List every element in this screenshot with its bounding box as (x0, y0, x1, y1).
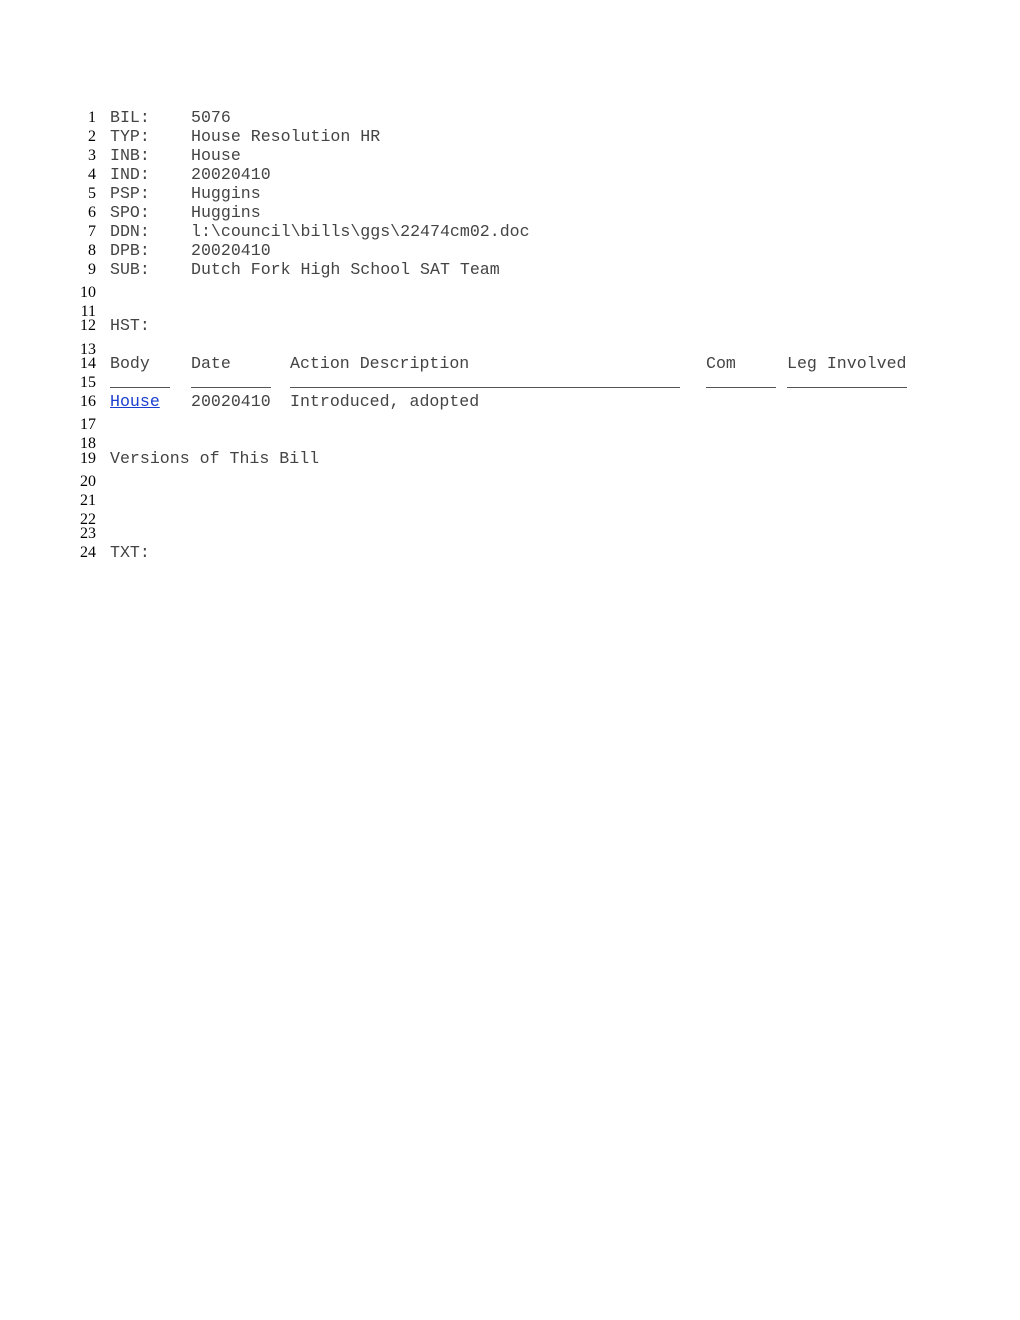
field-label: BIL: (110, 108, 150, 127)
line-number: 9 (88, 261, 96, 278)
field-label: SUB: (110, 260, 150, 279)
line-number: 5 (88, 185, 96, 202)
line-number: 21 (80, 492, 96, 509)
line-number: 8 (88, 242, 96, 259)
field-row-spo: 6 SPO: Huggins (0, 203, 1020, 222)
field-value: 20020410 (191, 241, 271, 260)
column-header-date: Date (191, 354, 231, 373)
history-date: 20020410 (191, 392, 271, 411)
column-header-com: Com (706, 354, 736, 373)
field-value: Huggins (191, 184, 261, 203)
field-label: IND: (110, 165, 150, 184)
field-row-sub: 9 SUB: Dutch Fork High School SAT Team (0, 260, 1020, 279)
empty-line: 23 (0, 524, 1020, 543)
field-row-ind: 4 IND: 20020410 (0, 165, 1020, 184)
field-row-typ: 2 TYP: House Resolution HR (0, 127, 1020, 146)
history-label: HST: (110, 316, 150, 335)
field-value: House Resolution HR (191, 127, 381, 146)
empty-line: 20 (0, 472, 1020, 491)
line-number: 2 (88, 128, 96, 145)
field-value: House (191, 146, 241, 165)
field-value: Huggins (191, 203, 261, 222)
column-rule-date (191, 387, 271, 388)
text-label: TXT: (110, 543, 150, 562)
text-label-row: 24 TXT: (0, 543, 1020, 562)
line-number: 20 (80, 473, 96, 490)
column-rule-action (290, 387, 680, 388)
field-value: Dutch Fork High School SAT Team (191, 260, 500, 279)
history-header-row: 14 Body Date Action Description Com Leg … (0, 354, 1020, 373)
line-number: 6 (88, 204, 96, 221)
field-value: 5076 (191, 108, 231, 127)
field-label: PSP: (110, 184, 150, 203)
versions-row: 19 Versions of This Bill (0, 449, 1020, 468)
field-label: DPB: (110, 241, 150, 260)
field-row-inb: 3 INB: House (0, 146, 1020, 165)
history-label-row: 12 HST: (0, 316, 1020, 335)
line-number: 1 (88, 109, 96, 126)
line-number: 16 (80, 393, 96, 410)
column-header-body: Body (110, 354, 150, 373)
versions-heading: Versions of This Bill (110, 449, 320, 468)
field-label: DDN: (110, 222, 150, 241)
line-number: 12 (80, 317, 96, 334)
field-row-dpb: 8 DPB: 20020410 (0, 241, 1020, 260)
column-header-action: Action Description (290, 354, 470, 373)
field-row-bil: 1 BIL: 5076 (0, 108, 1020, 127)
column-rule-body (110, 387, 170, 388)
column-header-leg: Leg Involved (787, 354, 907, 373)
column-rule-leg (787, 387, 907, 388)
history-action: Introduced, adopted (290, 392, 480, 411)
line-number: 4 (88, 166, 96, 183)
line-number: 23 (80, 525, 96, 542)
empty-line: 21 (0, 491, 1020, 510)
history-rule-row: 15 (0, 373, 1020, 392)
empty-line: 10 (0, 283, 1020, 302)
field-label: TYP: (110, 127, 150, 146)
line-number: 3 (88, 147, 96, 164)
field-row-ddn: 7 DDN: l:\council\bills\ggs\22474cm02.do… (0, 222, 1020, 241)
line-number: 7 (88, 223, 96, 240)
field-label: INB: (110, 146, 150, 165)
line-number: 17 (80, 416, 96, 433)
field-row-psp: 5 PSP: Huggins (0, 184, 1020, 203)
line-number: 15 (80, 374, 96, 391)
column-rule-com (706, 387, 776, 388)
line-number: 10 (80, 284, 96, 301)
field-value: l:\council\bills\ggs\22474cm02.doc (191, 222, 530, 241)
empty-line: 17 (0, 415, 1020, 434)
line-number: 19 (80, 450, 96, 467)
history-row: 16 House 20020410 Introduced, adopted (0, 392, 1020, 411)
line-number: 14 (80, 355, 96, 372)
line-number: 24 (80, 544, 96, 561)
field-label: SPO: (110, 203, 150, 222)
body-link-house[interactable]: House (110, 392, 160, 411)
field-value: 20020410 (191, 165, 271, 184)
